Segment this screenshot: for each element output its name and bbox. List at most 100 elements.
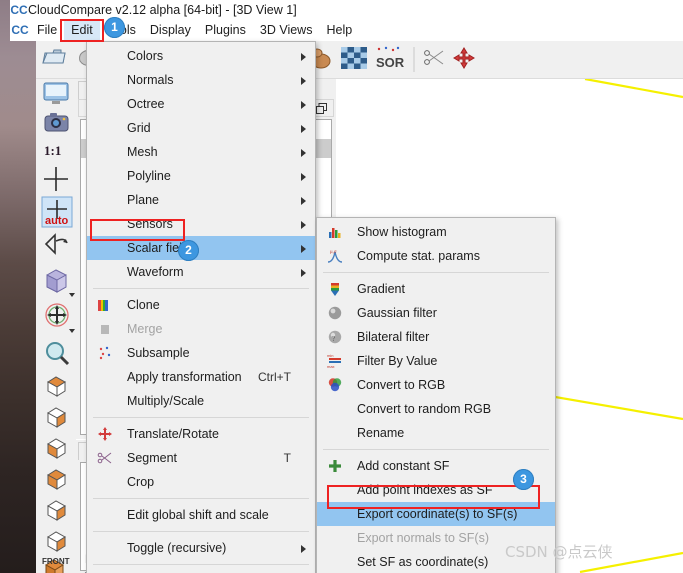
svg-text:μ,σ: μ,σ [330, 250, 337, 255]
menu-item-convert-to-rgb[interactable]: Convert to RGB [317, 373, 555, 397]
menu-item-gradient[interactable]: Gradient [317, 277, 555, 301]
chevron-right-icon [301, 245, 306, 253]
menu-item-filter-by-value[interactable]: min max Filter By Value [317, 349, 555, 373]
scalar-fields-submenu-popup[interactable]: Show histogram μ,σ Compute stat. params … [316, 217, 556, 573]
open-file-icon [42, 49, 66, 64]
menu-item-label: Show histogram [357, 225, 447, 239]
menu-item-toggle-recursive[interactable]: Toggle (recursive) [87, 536, 315, 560]
left-toolbar: 1:1 auto FRONT [36, 79, 76, 573]
menu-item-sensors[interactable]: Sensors [87, 212, 315, 236]
view-front2-icon[interactable] [47, 438, 66, 459]
auto-pivot-icon[interactable]: auto [41, 196, 73, 228]
move-entity-icon[interactable] [45, 303, 75, 333]
menu-item-label: Apply transformation [127, 370, 242, 384]
menu-item-label: Waveform [127, 265, 184, 279]
menu-separator [93, 564, 309, 565]
menu-item-compute-stat-params[interactable]: μ,σ Compute stat. params [317, 244, 555, 268]
svg-text:auto: auto [45, 215, 69, 227]
menu-item-merge[interactable]: Merge [87, 317, 315, 341]
menu-item-shortcut: Del [273, 569, 291, 573]
filter-value-icon: min max [327, 353, 341, 369]
clone-icon [98, 300, 108, 311]
view-left-icon[interactable] [47, 469, 66, 490]
menu-item-translate-rotate[interactable]: Translate/Rotate [87, 422, 315, 446]
menu-item-label: Set SF as coordinate(s) [357, 555, 489, 569]
menu-item-label: Colors [127, 49, 164, 63]
menu-item-apply-transformation[interactable]: Apply transformation Ctrl+T [87, 365, 315, 389]
menu-item-grid[interactable]: Grid [87, 116, 315, 140]
menu-item-label: Edit global shift and scale [127, 508, 269, 522]
menu-item-normals[interactable]: Normals [87, 68, 315, 92]
cloudcompare-logo-icon: CC [11, 23, 29, 37]
rotate-view-icon[interactable] [44, 233, 68, 255]
stats-icon: μ,σ [327, 250, 343, 263]
menu-item-delete[interactable]: Delete Del [87, 569, 315, 573]
float-restore-icon[interactable] [316, 103, 327, 114]
menu-item-colors[interactable]: Colors [87, 44, 315, 68]
menu-edit[interactable]: Edit [64, 20, 100, 41]
view-bottom-icon[interactable] [47, 407, 66, 428]
cloudcompare-window: CC CloudCompare v2.12 alpha [64-bit] - [3… [0, 0, 683, 573]
camera-snapshot-icon[interactable] [44, 113, 69, 132]
menu-plugins[interactable]: Plugins [198, 20, 253, 41]
pivot-center-icon[interactable] [44, 167, 68, 191]
menu-item-label: Subsample [127, 346, 190, 360]
menu-item-octree[interactable]: Octree [87, 92, 315, 116]
menu-item-label: Segment [127, 451, 178, 465]
edit-menu-popup[interactable]: Colors Normals Octree Grid Mesh Polyline… [86, 41, 316, 573]
translate-rotate-icon [98, 427, 112, 441]
menu-item-clone[interactable]: Clone [87, 293, 315, 317]
menu-item-waveform[interactable]: Waveform [87, 260, 315, 284]
menu-item-plane[interactable]: Plane [87, 188, 315, 212]
fullscreen-icon[interactable] [43, 82, 69, 104]
svg-text:SOR: SOR [376, 55, 405, 70]
menu-item-multiply-scale[interactable]: Multiply/Scale [87, 389, 315, 413]
menu-item-label: Merge [127, 322, 163, 336]
menu-item-segment[interactable]: Segment T [87, 446, 315, 470]
menu-item-bilateral-filter[interactable]: ? Bilateral filter [317, 325, 555, 349]
menu-item-crop[interactable]: Crop [87, 470, 315, 494]
menu-item-show-histogram[interactable]: Show histogram [317, 220, 555, 244]
chevron-right-icon [301, 53, 306, 61]
menu-item-label: Rename [357, 426, 405, 440]
svg-text:min: min [327, 353, 333, 358]
menu-item-label: Translate/Rotate [127, 427, 219, 441]
menu-item-rename[interactable]: Rename [317, 421, 555, 445]
menu-item-edit-global-shift-and-scale[interactable]: Edit global shift and scale [87, 503, 315, 527]
menu-file[interactable]: File [30, 20, 64, 41]
menu-separator [93, 288, 309, 289]
menu-item-mesh[interactable]: Mesh [87, 140, 315, 164]
view-top-icon[interactable] [47, 376, 66, 397]
chevron-right-icon [301, 101, 306, 109]
menu-item-label: Compute stat. params [357, 249, 480, 263]
menu-item-scalar-fields[interactable]: Scalar fields [87, 236, 315, 260]
zoom-magnifier-icon[interactable] [46, 342, 70, 366]
chevron-right-icon [301, 545, 306, 553]
svg-text:?: ? [332, 335, 335, 343]
default-view-cube-icon[interactable] [46, 269, 75, 297]
menu-item-subsample[interactable]: Subsample [87, 341, 315, 365]
menu-item-label: Octree [127, 97, 165, 111]
segment-icon [97, 452, 112, 464]
window-title: CloudCompare v2.12 alpha [64-bit] - [3D … [28, 3, 297, 17]
menu-item-convert-to-random-rgb[interactable]: Convert to random RGB [317, 397, 555, 421]
merge-icon [101, 325, 109, 334]
menu-item-label: Export coordinate(s) to SF(s) [357, 507, 518, 521]
menu-item-label: Bilateral filter [357, 330, 430, 344]
step-badge-3: 3 [513, 469, 534, 490]
menu-3d-views[interactable]: 3D Views [253, 20, 320, 41]
scissors-icon [424, 50, 444, 65]
subsample-icon [99, 346, 111, 360]
menu-item-label: Clone [127, 298, 160, 312]
menu-help[interactable]: Help [319, 20, 359, 41]
menu-display[interactable]: Display [143, 20, 198, 41]
zoom-1-1-icon: 1:1 [44, 143, 61, 158]
chevron-right-icon [301, 149, 306, 157]
menu-item-gaussian-filter[interactable]: Gaussian filter [317, 301, 555, 325]
view-iso-icon[interactable] [47, 531, 66, 552]
step-badge-1: 1 [104, 17, 125, 38]
menu-item-export-coordinates-to-sf[interactable]: Export coordinate(s) to SF(s) [317, 502, 555, 526]
view-right-icon[interactable] [47, 500, 66, 521]
menu-item-polyline[interactable]: Polyline [87, 164, 315, 188]
view-front-icon[interactable]: FRONT [42, 557, 70, 573]
